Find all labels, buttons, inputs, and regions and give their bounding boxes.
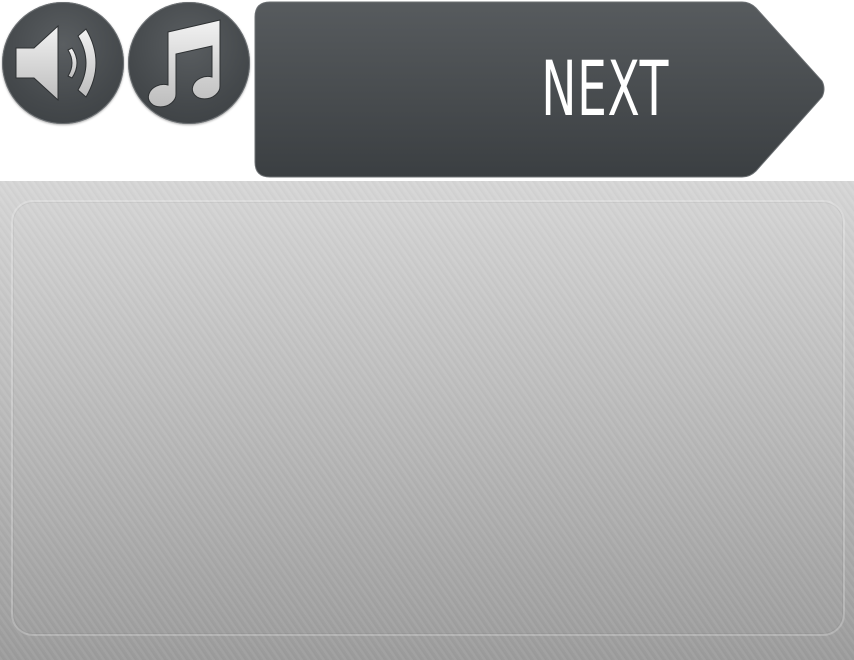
speaker-volume-icon xyxy=(15,24,97,102)
next-button[interactable]: NEXT xyxy=(254,1,826,178)
sound-toggle-button[interactable] xyxy=(2,2,124,124)
music-toggle-button[interactable] xyxy=(128,2,250,124)
music-note-icon xyxy=(147,19,221,108)
next-label: NEXT xyxy=(541,44,670,133)
content-panel-frame xyxy=(11,200,845,636)
content-panel xyxy=(0,181,854,660)
next-arrow-shape xyxy=(254,1,825,178)
game-screen: NEXT xyxy=(0,0,854,660)
